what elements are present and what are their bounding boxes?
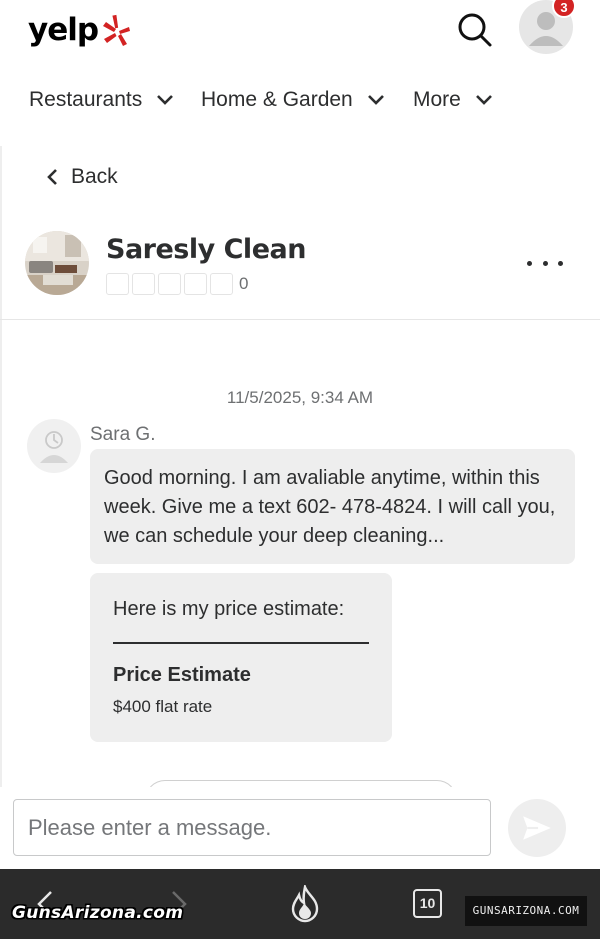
nav-item-label: More (413, 88, 461, 111)
tabs-icon[interactable]: 10 (413, 889, 442, 918)
estimate-rate: $400 flat rate (113, 697, 213, 716)
panel-border (0, 146, 2, 796)
yelp-logo[interactable]: yelp (28, 10, 132, 50)
category-nav: Restaurants Home & Garden More (0, 80, 600, 120)
more-horizontal-icon[interactable] (527, 255, 563, 271)
chevron-down-icon (475, 95, 492, 105)
review-count: 0 (239, 274, 249, 293)
price-estimate-card[interactable]: Here is my price estimate: Price Estimat… (90, 573, 392, 742)
nav-item-label: Home & Garden (201, 88, 353, 111)
estimate-divider (113, 642, 369, 644)
star-icon (184, 273, 207, 295)
message-input[interactable] (13, 799, 491, 856)
sender-avatar-icon (27, 419, 81, 473)
star-icon (106, 273, 129, 295)
business-name[interactable]: Saresly Clean (106, 234, 306, 265)
send-icon (523, 816, 551, 840)
business-photo[interactable] (25, 231, 89, 295)
chevron-down-icon (367, 95, 384, 105)
watermark-left: GunsArizona.com (12, 903, 184, 923)
star-rating (106, 273, 236, 295)
top-header: yelp 3 (0, 0, 600, 68)
star-icon (158, 273, 181, 295)
search-icon[interactable] (455, 10, 495, 50)
chevron-down-icon (157, 95, 174, 105)
header-divider (0, 319, 600, 320)
send-button[interactable] (508, 799, 566, 857)
yelp-burst-icon (103, 14, 131, 46)
message-timestamp: 11/5/2025, 9:34 AM (226, 388, 374, 407)
nav-item-restaurants[interactable]: Restaurants (29, 80, 174, 120)
nav-item-label: Restaurants (29, 88, 143, 111)
logo-text: yelp (28, 12, 99, 48)
notification-badge: 3 (552, 0, 576, 18)
back-label: Back (71, 165, 118, 188)
watermark-right: GUNSARIZONA.COM (465, 896, 587, 926)
sender-name: Sara G. (90, 424, 156, 445)
nav-item-home-garden[interactable]: Home & Garden (201, 80, 385, 120)
message-composer (0, 787, 600, 869)
nav-item-more[interactable]: More (413, 80, 493, 120)
chevron-left-icon (47, 169, 57, 185)
flame-icon[interactable] (288, 885, 322, 923)
star-icon (132, 273, 155, 295)
star-icon (210, 273, 233, 295)
estimate-title: Price Estimate (113, 664, 251, 686)
estimate-intro: Here is my price estimate: (113, 598, 345, 620)
back-button[interactable]: Back (46, 162, 118, 192)
message-bubble: Good morning. I am avaliable anytime, wi… (90, 449, 575, 564)
